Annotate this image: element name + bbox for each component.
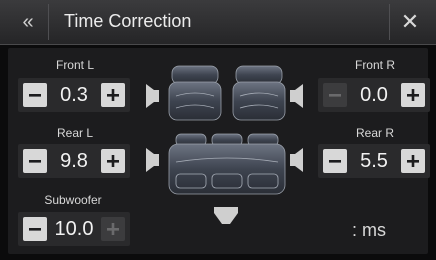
close-button[interactable]: ✕	[389, 4, 430, 40]
title-bar: « Time Correction ✕	[0, 0, 436, 45]
front-l-plus-button[interactable]	[101, 83, 125, 107]
double-chevron-left-icon: «	[22, 10, 34, 33]
rear-l-label: Rear L	[56, 126, 94, 140]
plus-icon	[107, 223, 119, 235]
front-r-value: 0.0	[360, 83, 388, 106]
minus-icon	[29, 160, 41, 163]
rear-r-minus-button[interactable]	[323, 149, 347, 173]
rear-r-value: 5.5	[360, 149, 388, 172]
front-r-plus-button[interactable]	[401, 83, 425, 107]
front-r-minus-button[interactable]	[323, 83, 347, 107]
front-r-stepper: 0.0	[318, 78, 430, 112]
front-right-speaker-icon	[290, 84, 303, 108]
subwoofer-label: Subwoofer	[44, 193, 102, 207]
front-l-value: 0.3	[60, 83, 88, 106]
rear-r-label: Rear R	[355, 126, 394, 140]
minus-icon	[29, 94, 41, 97]
subwoofer-plus-button[interactable]	[101, 217, 125, 241]
subwoofer-icon	[214, 207, 238, 224]
front-left-speaker-icon	[146, 84, 159, 108]
page-title: Time Correction	[64, 11, 192, 31]
minus-icon	[329, 160, 341, 163]
close-icon: ✕	[400, 9, 420, 34]
subwoofer-value: 10.0	[54, 217, 94, 240]
rear-r-plus-button[interactable]	[401, 149, 425, 173]
plus-icon	[107, 155, 119, 167]
plus-icon	[407, 89, 419, 101]
front-l-minus-button[interactable]	[23, 83, 47, 107]
rear-r-stepper: 5.5	[318, 144, 430, 178]
plus-icon	[407, 155, 419, 167]
rear-l-stepper: 9.8	[18, 144, 130, 178]
front-right-seat-icon	[232, 65, 286, 121]
rear-l-minus-button[interactable]	[23, 149, 47, 173]
unit-label: : ms	[352, 220, 386, 240]
rear-left-speaker-icon	[146, 148, 159, 172]
front-l-label: Front L	[55, 58, 94, 72]
subwoofer-minus-button[interactable]	[23, 217, 47, 241]
subwoofer-stepper: 10.0	[18, 212, 130, 246]
rear-l-plus-button[interactable]	[101, 149, 125, 173]
front-left-seat-icon	[168, 65, 222, 121]
rear-l-value: 9.8	[60, 149, 88, 172]
plus-icon	[107, 89, 119, 101]
front-l-stepper: 0.3	[18, 78, 130, 112]
minus-icon	[29, 228, 41, 231]
minus-icon	[329, 94, 341, 97]
rear-right-speaker-icon	[290, 148, 303, 172]
rear-seat-icon	[168, 133, 286, 195]
front-r-label: Front R	[354, 58, 395, 72]
back-button[interactable]: «	[8, 4, 49, 40]
